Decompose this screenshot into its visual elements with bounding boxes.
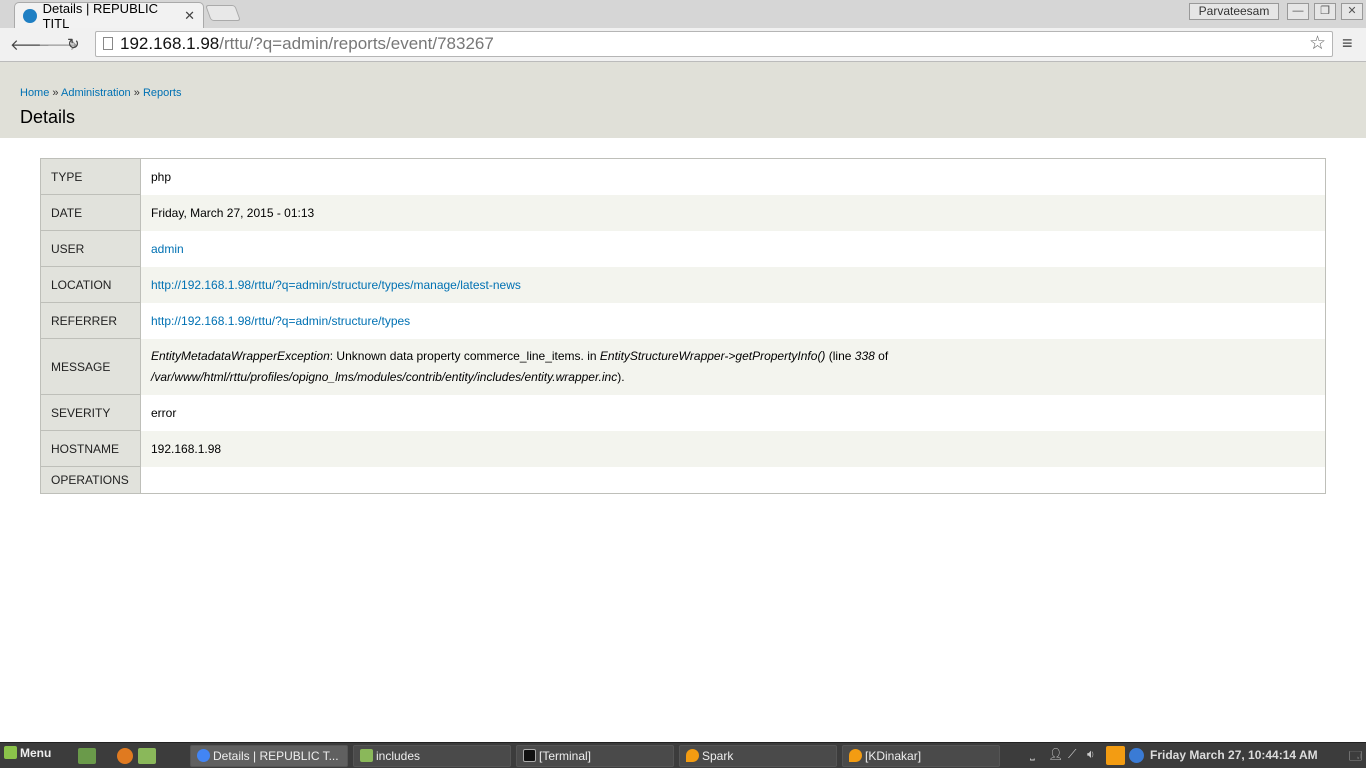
taskbar-window-spark[interactable]: Spark [679,745,837,767]
update-shield-icon[interactable] [1129,748,1144,763]
taskbar-window-terminal[interactable]: [Terminal] [516,745,674,767]
table-row: HOSTNAME 192.168.1.98 [40,430,1326,467]
exception-name: EntityMetadataWrapperException [151,348,330,363]
hostname-value: 192.168.1.98 [140,430,1326,467]
firefox-icon[interactable] [117,748,133,764]
url-host: 192.168.1.98 [120,34,220,53]
start-menu-button[interactable]: Menu [4,746,51,760]
operations-value [141,467,1326,494]
table-row: DATE Friday, March 27, 2015 - 01:13 [40,194,1326,231]
menu-label: Menu [20,746,52,760]
row-label: OPERATIONS [40,466,141,494]
row-label: LOCATION [40,266,141,303]
row-label: USER [40,230,141,267]
breadcrumb-home[interactable]: Home [20,87,49,99]
window-label: includes [376,749,421,763]
table-row: USER admin [40,230,1326,267]
row-label: SEVERITY [40,394,141,431]
table-row: SEVERITY error [40,394,1326,431]
taskbar-window-includes[interactable]: includes [353,745,511,767]
taskbar-window-browser[interactable]: Details | REPUBLIC T... [190,745,348,767]
user-icon[interactable]: 👤︎ [1048,747,1063,761]
row-label: DATE [40,194,141,231]
row-label: MESSAGE [40,338,141,395]
chrome-icon [197,749,210,762]
hamburger-menu-icon[interactable]: ≡ [1342,33,1353,54]
line-number: 338 [854,348,875,363]
spark-icon [849,749,862,762]
event-details-table: TYPE php DATE Friday, March 27, 2015 - 01:… [40,158,1326,494]
profile-button[interactable]: Parvateesam [1189,3,1279,20]
window-label: Spark [702,749,734,763]
table-row: OPERATIONS [40,466,1326,494]
location-link[interactable]: http://192.168.1.98/rttu/?q=admin/struct… [151,278,521,292]
files-icon[interactable] [138,748,156,764]
folder-icon [360,749,373,762]
breadcrumb-administration[interactable]: Administration [61,87,131,99]
user-link[interactable]: admin [151,242,184,256]
table-row: TYPE php [40,158,1326,195]
close-window-icon[interactable]: ✕ [1341,3,1363,20]
page-icon [103,37,113,50]
row-label: HOSTNAME [40,430,141,467]
window-label: [KDinakar] [865,749,922,763]
message-text: of [874,348,889,363]
method-name: EntityStructureWrapper->getPropertyInfo(… [599,348,826,363]
network-icon[interactable]: ⟋ [1068,747,1076,762]
taskbar: Menu Details | REPUBLIC T... includes [T… [0,742,1366,768]
message-text: (line [825,348,855,363]
clock[interactable]: Friday March 27, 10:44:14 AM [1150,748,1318,762]
breadcrumb: Home » Administration » Reports [20,87,181,99]
message-text: : Unknown data property commerce_line_it… [329,348,600,363]
breadcrumb-reports[interactable]: Reports [143,87,182,99]
page-header: Home » Administration » Reports Details [0,62,1366,138]
taskbar-window-kdinakar[interactable]: [KDinakar] [842,745,1000,767]
volume-icon[interactable]: 🔉︎ [1087,747,1095,762]
address-bar[interactable]: 192.168.1.98/rttu/?q=admin/reports/event… [95,31,1333,57]
show-desktop-tray-icon[interactable]: 🗔︎ [1349,747,1362,768]
table-row: MESSAGE EntityMetadataWrapperException: U… [40,338,1326,395]
tab-title: Details | REPUBLIC TITL [42,0,158,31]
page-title: Details [20,107,76,127]
row-label: TYPE [40,158,141,195]
breadcrumb-sep: » [133,87,140,99]
referrer-link[interactable]: http://192.168.1.98/rttu/?q=admin/struct… [151,314,410,328]
keyboard-icon[interactable]: ⎵ [1030,747,1035,762]
date-value: Friday, March 27, 2015 - 01:13 [140,194,1326,231]
bookmark-star-icon[interactable]: ☆ [1309,32,1326,56]
row-label: REFERRER [40,302,141,339]
window-label: Details | REPUBLIC T... [213,749,339,763]
spark-tray-icon[interactable] [1106,746,1125,765]
terminal-icon [523,749,536,762]
table-row: LOCATION http://192.168.1.98/rttu/?q=admi… [40,266,1326,303]
close-tab-icon[interactable]: ✕ [184,8,195,24]
minimize-icon[interactable]: — [1287,3,1309,20]
new-tab-button[interactable] [205,5,241,21]
window-label: [Terminal] [539,749,592,763]
drupal-icon [23,8,37,23]
url-path: /rttu/?q=admin/reports/event/783267 [219,34,494,53]
file-path: /var/www/html/rttu/profiles/opigno_lms/m… [151,369,618,384]
message-value: EntityMetadataWrapperException: Unknown … [140,338,1326,395]
message-text: ). [617,369,625,384]
mint-logo-icon [4,746,17,759]
table-row: REFERRER http://192.168.1.98/rttu/?q=admi… [40,302,1326,339]
browser-tab-bar: Details | REPUBLIC TITL ✕ Parvateesam — ❐… [0,0,1366,31]
severity-value: error [151,405,177,420]
browser-tab[interactable]: Details | REPUBLIC TITL ✕ [14,0,204,31]
reload-icon[interactable]: ↻ [67,35,80,53]
browser-toolbar: 🡐 🡒 ↻ 192.168.1.98/rttu/?q=admin/reports… [0,28,1366,62]
spark-icon [686,749,699,762]
type-value: php [151,169,172,184]
maximize-icon[interactable]: ❐ [1314,3,1336,20]
show-desktop-icon[interactable] [78,748,96,764]
breadcrumb-sep: » [52,87,59,99]
